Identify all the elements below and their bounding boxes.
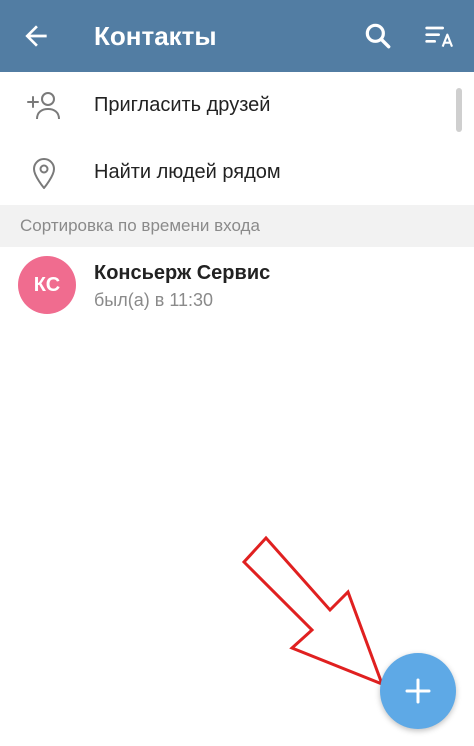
red-arrow-icon xyxy=(241,535,385,687)
contact-name: Консьерж Сервис xyxy=(94,262,271,284)
invite-friends-item[interactable]: Пригласить друзей xyxy=(0,72,474,139)
section-label: Сортировка по времени входа xyxy=(20,216,260,235)
plus-icon xyxy=(405,678,431,704)
location-pin-icon xyxy=(33,158,55,189)
contact-status: был(а) в 11:30 xyxy=(94,290,214,310)
add-person-icon xyxy=(27,92,60,120)
find-people-nearby-label: Найти людей рядом xyxy=(94,161,281,183)
invite-friends-label: Пригласить друзей xyxy=(94,94,271,116)
search-icon[interactable] xyxy=(362,20,394,52)
find-people-nearby-item[interactable]: Найти людей рядом xyxy=(0,139,474,206)
page-title: Контакты xyxy=(94,21,217,51)
arrow-left-icon[interactable] xyxy=(20,20,52,52)
avatar: КС xyxy=(18,256,76,314)
add-contact-button[interactable] xyxy=(380,653,456,729)
scrollbar[interactable] xyxy=(456,88,462,132)
app-bar: Контакты xyxy=(0,0,474,72)
contact-row[interactable]: КС Консьерж Сервис был(а) в 11:30 xyxy=(0,250,474,322)
sort-by-name-icon[interactable] xyxy=(424,20,456,52)
sort-section-header: Сортировка по времени входа xyxy=(0,205,474,247)
